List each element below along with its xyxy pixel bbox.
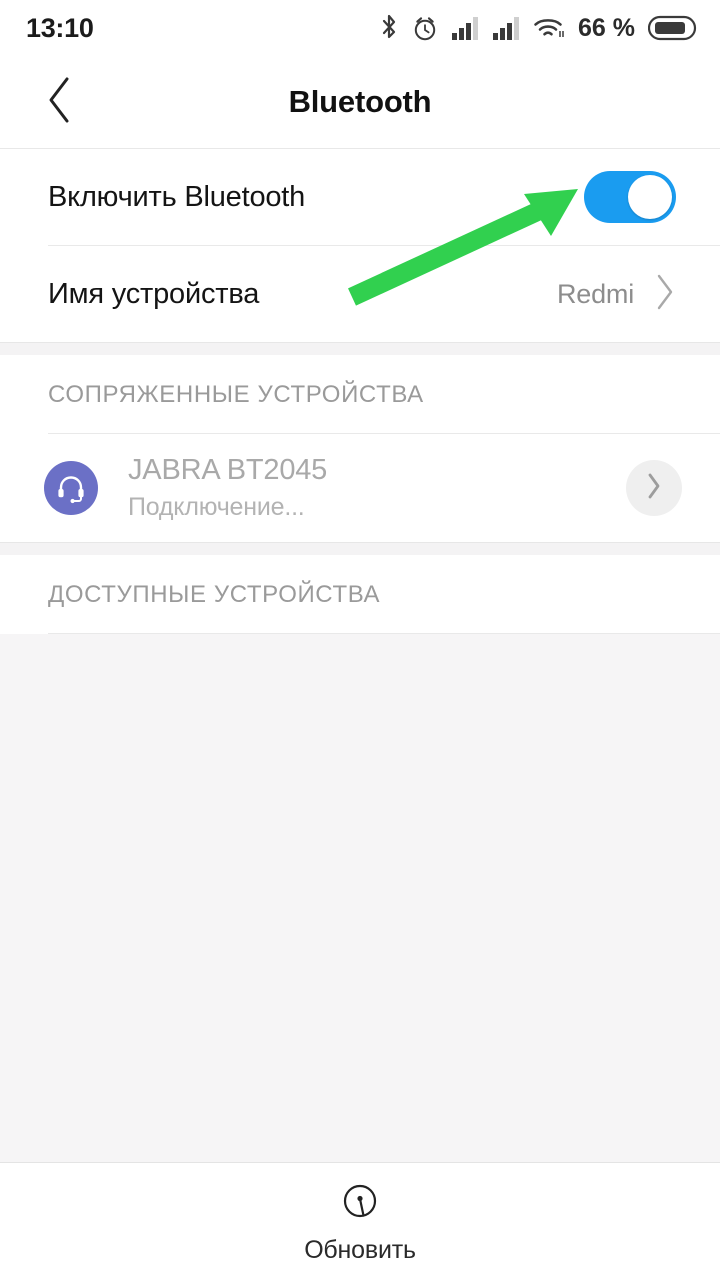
available-devices-section: ДОСТУПНЫЕ УСТРОЙСТВА <box>0 555 720 633</box>
headset-icon <box>44 461 98 515</box>
chevron-right-icon <box>654 273 676 316</box>
chevron-right-icon <box>645 471 663 506</box>
paired-device-text: JABRA BT2045 Подключение... <box>128 454 626 522</box>
phone-screen: 13:10 66 % Bluetooth Включить Bluetooth … <box>0 0 720 1280</box>
wifi-icon <box>533 15 565 41</box>
device-name-label: Имя устройства <box>48 277 260 310</box>
page-title: Bluetooth <box>288 84 432 119</box>
refresh-label: Обновить <box>304 1235 416 1264</box>
device-name-value: Redmi <box>556 278 634 309</box>
paired-device-row[interactable]: JABRA BT2045 Подключение... <box>0 434 720 542</box>
status-clock: 13:10 <box>26 12 94 43</box>
scan-refresh-icon <box>338 1179 382 1228</box>
battery-icon <box>648 14 698 42</box>
toggle-knob <box>628 175 672 219</box>
section-gap <box>0 342 720 355</box>
paired-devices-section: СОПРЯЖЕННЫЕ УСТРОЙСТВА <box>0 355 720 433</box>
settings-card: Включить Bluetooth Имя устройства Redmi <box>0 149 720 342</box>
status-icon-tray: 66 % <box>379 13 698 43</box>
paired-device-settings-button[interactable] <box>626 460 682 516</box>
paired-device-status: Подключение... <box>128 493 305 521</box>
bluetooth-toggle[interactable] <box>584 171 676 223</box>
bluetooth-icon <box>379 13 399 43</box>
chevron-left-icon <box>45 75 75 130</box>
available-section-title: ДОСТУПНЫЕ УСТРОЙСТВА <box>48 581 381 608</box>
back-button[interactable] <box>30 72 90 132</box>
status-bar: 13:10 66 % <box>0 0 720 56</box>
paired-section-title: СОПРЯЖЕННЫЕ УСТРОЙСТВА <box>48 381 424 408</box>
paired-devices-card: JABRA BT2045 Подключение... <box>0 433 720 542</box>
signal-sim1-icon <box>451 15 481 41</box>
bluetooth-enable-label: Включить Bluetooth <box>48 180 306 213</box>
battery-percent-label: 66 % <box>578 13 635 42</box>
paired-device-name: JABRA BT2045 <box>128 454 328 486</box>
bluetooth-enable-row[interactable]: Включить Bluetooth <box>0 149 720 245</box>
device-name-row[interactable]: Имя устройства Redmi <box>0 246 720 342</box>
app-header: Bluetooth <box>0 56 720 149</box>
refresh-button[interactable]: Обновить <box>0 1162 720 1280</box>
alarm-icon <box>410 13 440 43</box>
signal-sim2-icon <box>492 15 522 41</box>
section-gap-2 <box>0 542 720 555</box>
